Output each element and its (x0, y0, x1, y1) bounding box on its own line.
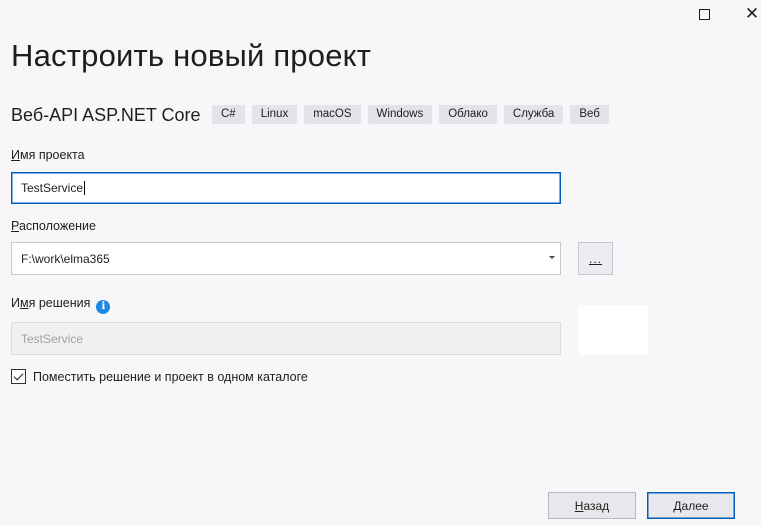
maximize-icon (698, 8, 710, 20)
location-label-accel: Р (11, 219, 19, 233)
info-icon[interactable]: i (96, 299, 111, 314)
next-label-accel: Д (673, 498, 682, 513)
next-button[interactable]: Далее (647, 492, 735, 519)
solution-name-label-accel: м (19, 296, 29, 310)
tag-web: Веб (570, 105, 609, 124)
tag-service: Служба (503, 105, 564, 124)
same-directory-label[interactable]: Поместить решение и проект в одном катал… (33, 370, 308, 384)
tag-macos: macOS (304, 105, 361, 124)
browse-button[interactable]: ... (578, 242, 613, 275)
same-directory-checkbox[interactable] (11, 369, 26, 384)
location-combo[interactable]: F:\work\elma365 (11, 242, 561, 275)
project-name-label-rest: мя проекта (19, 148, 85, 162)
solution-name-label-rest: я решения (28, 296, 91, 310)
tag-windows: Windows (367, 105, 433, 124)
project-name-label: Имя проекта (11, 148, 85, 162)
project-name-label-accel: И (11, 148, 20, 162)
template-name: Веб-API ASP.NET Core (11, 105, 201, 125)
same-directory-option[interactable]: Поместить решение и проект в одном катал… (11, 369, 308, 384)
tag-linux: Linux (251, 105, 298, 124)
project-name-input[interactable]: TestService (11, 172, 561, 204)
location-value: F:\work\elma365 (21, 251, 110, 266)
solution-name-label: Имя решения i (11, 296, 111, 314)
blank-panel (578, 305, 648, 355)
tag-cloud: Облако (439, 105, 497, 124)
project-name-value: TestService (21, 181, 84, 195)
next-label-rest: алее (681, 498, 709, 513)
back-label-rest: азад (583, 498, 610, 513)
solution-name-input: TestService (11, 322, 561, 355)
text-cursor (84, 181, 86, 195)
close-button[interactable]: ✕ (729, 0, 761, 28)
solution-name-value: TestService (21, 331, 84, 346)
chevron-down-icon[interactable] (549, 256, 555, 259)
check-icon (13, 370, 24, 381)
location-label-rest: асположение (18, 219, 96, 233)
solution-name-label-pre: И (11, 296, 20, 310)
location-label: Расположение (11, 219, 96, 233)
close-icon: ✕ (744, 3, 760, 24)
back-label-accel: Н (574, 498, 584, 513)
tag-csharp: C# (212, 105, 245, 124)
maximize-button[interactable] (681, 0, 727, 28)
back-button[interactable]: Назад (548, 492, 636, 519)
page-title: Настроить новый проект (11, 38, 372, 73)
template-tags: C# Linux macOS Windows Облако Служба Веб (212, 105, 616, 124)
